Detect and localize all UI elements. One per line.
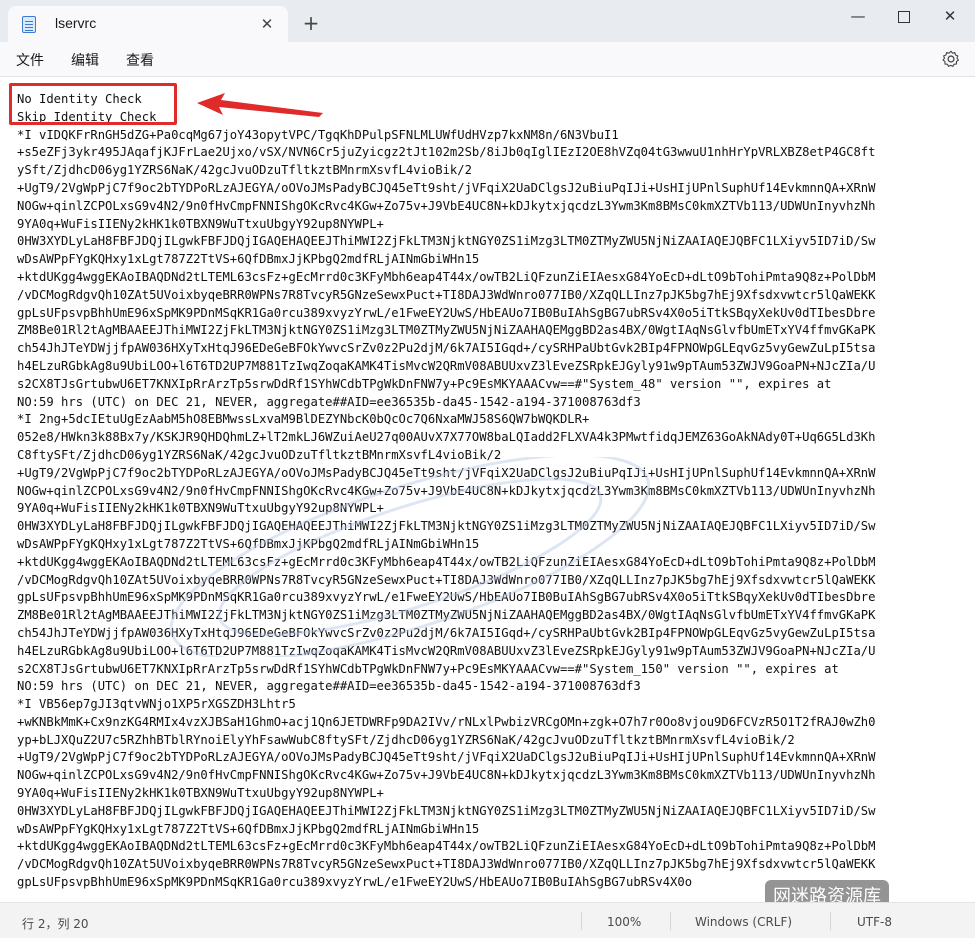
annotation-arrow-icon bbox=[197, 93, 323, 117]
editor-text[interactable]: No Identity Check Skip Identity Check *I v… bbox=[17, 91, 957, 892]
editor-line[interactable]: ZM8Be01Rl2tAgMBAAEEJThiMWI2ZjFkLTM3NjktN… bbox=[17, 322, 957, 340]
editor-line[interactable]: NO:59 hrs (UTC) on DEC 21, NEVER, aggreg… bbox=[17, 678, 957, 696]
tab-title: lservrc bbox=[55, 15, 97, 31]
editor-line[interactable]: 9YA0q+WuFisIIENy2kHK1k0TBXN9WuTtxuUbgyY9… bbox=[17, 785, 957, 803]
editor-line[interactable]: wDsAWPpFYgKQHxy1xLgt787Z2TtVS+6QfDBmxJjK… bbox=[17, 821, 957, 839]
cursor-position: 行 2，列 20 bbox=[22, 917, 89, 931]
editor-line[interactable]: gpLsUFpsvpBhhUmE96xSpMK9PDnMSqKR1Ga0rcu3… bbox=[17, 589, 957, 607]
editor-line[interactable]: +ktdUKgg4wggEKAoIBAQDNd2tLTEML63csFz+gEc… bbox=[17, 269, 957, 287]
editor-line[interactable]: wDsAWPpFYgKQHxy1xLgt787Z2TtVS+6QfDBmxJjK… bbox=[17, 536, 957, 554]
maximize-button[interactable] bbox=[884, 2, 924, 30]
editor-line[interactable]: ZM8Be01Rl2tAgMBAAEEJThiMWI2ZjFkLTM3NjktN… bbox=[17, 607, 957, 625]
editor-line[interactable]: 0HW3XYDLyLaH8FBFJDQjILgwkFBFJDQjIGAQEHAQ… bbox=[17, 803, 957, 821]
editor-line[interactable]: NO:59 hrs (UTC) on DEC 21, NEVER, aggreg… bbox=[17, 394, 957, 412]
editor-line[interactable]: 0HW3XYDLyLaH8FBFJDQjILgwkFBFJDQjIGAQEHAQ… bbox=[17, 518, 957, 536]
editor-line[interactable]: gpLsUFpsvpBhhUmE96xSpMK9PDnMSqKR1Ga0rcu3… bbox=[17, 305, 957, 323]
editor-line[interactable]: yp+bLJXQuZ2U7c5RZhhBTblRYnoiElyYhFsawWub… bbox=[17, 732, 957, 750]
editor-line[interactable]: *I 2ng+5dcIEtuUgEzAabM5hO8EBMwssLxvaM9Bl… bbox=[17, 411, 957, 429]
editor-line[interactable]: s2CX8TJsGrtubwU6ET7KNXIpRrArzTp5srwDdRf1… bbox=[17, 661, 957, 679]
editor-line[interactable]: +ktdUKgg4wggEKAoIBAQDNd2tLTEML63csFz+gEc… bbox=[17, 838, 957, 856]
text-editor[interactable]: No Identity Check Skip Identity Check *I v… bbox=[0, 77, 975, 902]
new-tab-button[interactable]: + bbox=[300, 12, 322, 34]
editor-line[interactable]: C8ftySFt/ZjdhcD06yg1YZRS6NaK/42gcJvuODzu… bbox=[17, 447, 957, 465]
status-bar: 行 2，列 20 100% Windows (CRLF) UTF-8 bbox=[0, 902, 975, 938]
tab-lservrc[interactable]: lservrc ✕ bbox=[8, 6, 288, 42]
editor-line[interactable]: NOGw+qinlZCPOLxsG9v4N2/9n0fHvCmpFNNIShgO… bbox=[17, 767, 957, 785]
editor-line[interactable]: ch54JhJTeYDWjjfpAW036HXyTxHtqJ96EDeGeBFO… bbox=[17, 340, 957, 358]
editor-line[interactable]: +UgT9/2VgWpPjC7f9oc2bTYDPoRLzAJEGYA/oOVo… bbox=[17, 180, 957, 198]
annotation-highlight-box bbox=[9, 83, 177, 125]
editor-line[interactable]: +s5eZFj3ykr495JAqafjKJFrLae2Ujxo/vSX/NVN… bbox=[17, 144, 957, 162]
editor-line[interactable]: NOGw+qinlZCPOLxsG9v4N2/9n0fHvCmpFNNIShgO… bbox=[17, 483, 957, 501]
status-divider bbox=[830, 912, 831, 930]
editor-line[interactable]: ySft/ZjdhcD06yg1YZRS6NaK/42gcJvuODzuTflt… bbox=[17, 162, 957, 180]
editor-line[interactable]: /vDCMogRdgvQh10ZAt5UVoixbyqeBRR0WPNs7R8T… bbox=[17, 572, 957, 590]
minimize-button[interactable]: — bbox=[838, 2, 878, 30]
menu-edit[interactable]: 编辑 bbox=[71, 50, 99, 70]
editor-line[interactable]: NOGw+qinlZCPOLxsG9v4N2/9n0fHvCmpFNNIShgO… bbox=[17, 198, 957, 216]
gear-icon[interactable] bbox=[940, 48, 962, 70]
line-ending[interactable]: Windows (CRLF) bbox=[695, 915, 792, 929]
editor-line[interactable]: s2CX8TJsGrtubwU6ET7KNXIpRrArzTp5srwDdRf1… bbox=[17, 376, 957, 394]
title-bar[interactable]: lservrc ✕ + — ✕ bbox=[0, 0, 975, 42]
encoding[interactable]: UTF-8 bbox=[857, 915, 892, 929]
editor-line[interactable]: +UgT9/2VgWpPjC7f9oc2bTYDPoRLzAJEGYA/oOVo… bbox=[17, 749, 957, 767]
notepad-window: lservrc ✕ + — ✕ 文件 编辑 查看 No Identity Che… bbox=[0, 0, 975, 938]
close-window-button[interactable]: ✕ bbox=[930, 2, 970, 30]
notepad-icon bbox=[22, 16, 36, 33]
editor-line[interactable]: *I vIDQKFrRnGH5dZG+Pa0cqMg67joY43opytVPC… bbox=[17, 127, 957, 145]
editor-line[interactable]: +wKNBkMmK+Cx9nzKG4RMIx4vzXJBSaH1GhmO+acj… bbox=[17, 714, 957, 732]
tab-close-button[interactable]: ✕ bbox=[256, 13, 278, 35]
status-divider bbox=[581, 912, 582, 930]
menu-file[interactable]: 文件 bbox=[16, 50, 44, 70]
editor-line[interactable]: 0HW3XYDLyLaH8FBFJDQjILgwkFBFJDQjIGAQEHAQ… bbox=[17, 233, 957, 251]
editor-line[interactable]: *I VB56ep7gJI3qtvWNjo1XP5rXGSZDH3Lhtr5 bbox=[17, 696, 957, 714]
editor-line[interactable]: h4ELzuRGbkAg8u9UbiLOO+l6T6TD2UP7M881TzIw… bbox=[17, 358, 957, 376]
menu-bar: 文件 编辑 查看 bbox=[0, 42, 975, 77]
editor-line[interactable]: wDsAWPpFYgKQHxy1xLgt787Z2TtVS+6QfDBmxJjK… bbox=[17, 251, 957, 269]
editor-line[interactable]: 052e8/HWkn3k88Bx7y/KSKJR9QHDQhmLZ+lT2mkL… bbox=[17, 429, 957, 447]
editor-line[interactable]: 9YA0q+WuFisIIENy2kHK1k0TBXN9WuTtxuUbgyY9… bbox=[17, 500, 957, 518]
maximize-icon bbox=[898, 10, 910, 23]
status-divider bbox=[670, 912, 671, 930]
editor-line[interactable]: +ktdUKgg4wggEKAoIBAQDNd2tLTEML63csFz+gEc… bbox=[17, 554, 957, 572]
editor-line[interactable]: ch54JhJTeYDWjjfpAW036HXyTxHtqJ96EDeGeBFO… bbox=[17, 625, 957, 643]
editor-line[interactable]: 9YA0q+WuFisIIENy2kHK1k0TBXN9WuTtxuUbgyY9… bbox=[17, 216, 957, 234]
source-watermark: 网迷路资源库 bbox=[765, 880, 889, 902]
menu-view[interactable]: 查看 bbox=[126, 50, 154, 70]
editor-line[interactable]: /vDCMogRdgvQh10ZAt5UVoixbyqeBRR0WPNs7R8T… bbox=[17, 856, 957, 874]
editor-line[interactable]: h4ELzuRGbkAg8u9UbiLOO+l6T6TD2UP7M881TzIw… bbox=[17, 643, 957, 661]
editor-line[interactable]: /vDCMogRdgvQh10ZAt5UVoixbyqeBRR0WPNs7R8T… bbox=[17, 287, 957, 305]
zoom-level[interactable]: 100% bbox=[607, 915, 641, 929]
editor-line[interactable]: +UgT9/2VgWpPjC7f9oc2bTYDPoRLzAJEGYA/oOVo… bbox=[17, 465, 957, 483]
